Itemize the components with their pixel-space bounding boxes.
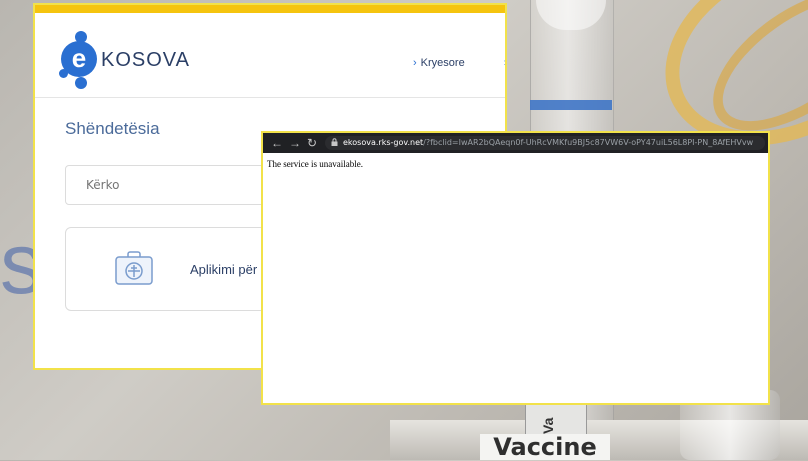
- chevron-right-icon: ›: [413, 57, 417, 69]
- nav-item-kryesore[interactable]: › Kryesore: [413, 57, 483, 69]
- chevron-right-icon: ›: [504, 57, 505, 69]
- logo-dot-bottom: [75, 77, 87, 89]
- first-aid-kit-icon: [115, 251, 153, 285]
- error-message: The service is unavailable.: [267, 159, 363, 169]
- main-nav: ›Kryesore ›Sh: [413, 57, 505, 69]
- address-bar[interactable]: ekosova.rks-gov.net/?fbclid=IwAR2bQAeqn0…: [325, 136, 765, 150]
- background-vaccine-label: Vaccine: [480, 434, 610, 460]
- background-vial-band: [530, 100, 612, 110]
- url-path: /?fbclid=IwAR2bQAeqn0f-UhRcVMKfu9BJ5c87V…: [423, 138, 754, 147]
- ekosova-logo[interactable]: e KOSOVA: [59, 31, 189, 89]
- section-title: Shëndetësia: [65, 119, 160, 138]
- browser-window: ← → ↻ ekosova.rks-gov.net/?fbclid=IwAR2b…: [261, 131, 770, 405]
- nav-item-shendetesia[interactable]: ›Sh: [504, 57, 505, 69]
- logo-text: KOSOVA: [101, 49, 190, 71]
- application-label: Aplikimi për: [190, 262, 258, 277]
- browser-toolbar: ← → ↻ ekosova.rks-gov.net/?fbclid=IwAR2b…: [263, 133, 768, 153]
- reload-icon[interactable]: ↻: [307, 135, 317, 151]
- ekosova-header: e KOSOVA ›Kryesore ›Sh: [35, 13, 505, 98]
- lock-icon: [331, 138, 338, 146]
- url-text: ekosova.rks-gov.net/?fbclid=IwAR2bQAeqn0…: [343, 137, 753, 149]
- ekosova-top-bar: [35, 5, 505, 13]
- forward-arrow-icon[interactable]: →: [289, 135, 301, 151]
- url-host: ekosova.rks-gov.net: [343, 138, 424, 147]
- logo-mark: e: [61, 41, 97, 77]
- back-arrow-icon[interactable]: ←: [271, 135, 283, 151]
